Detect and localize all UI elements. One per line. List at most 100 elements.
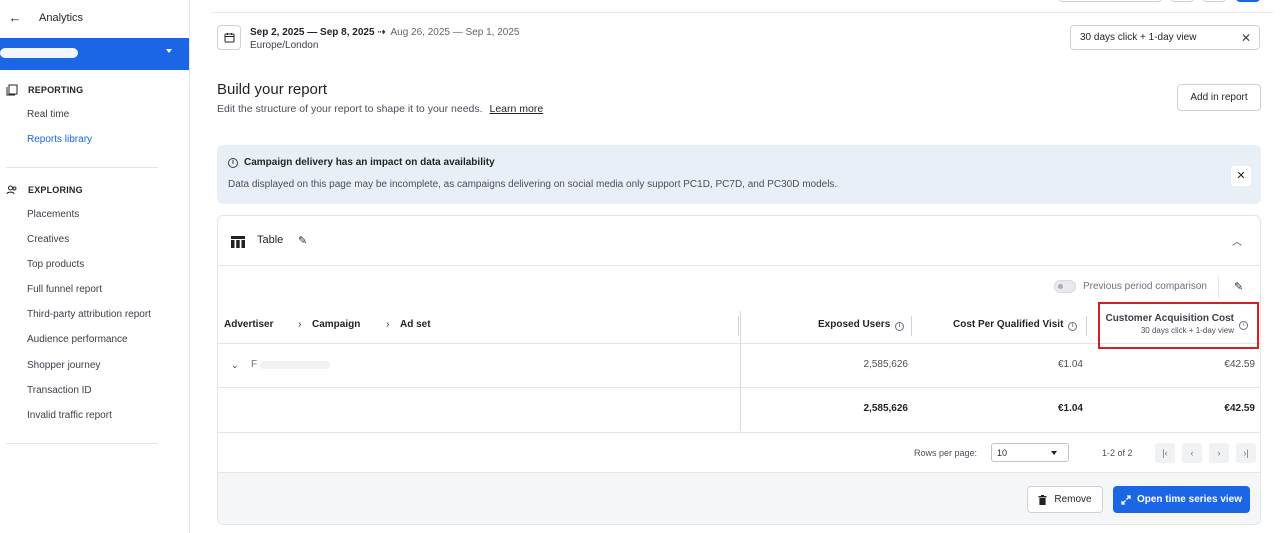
learn-more-link[interactable]: Learn more — [489, 103, 543, 115]
column-header-cost-per-qualified-visit[interactable]: Cost Per Qualified Visit i — [953, 319, 1078, 357]
table-label: Table — [257, 234, 284, 246]
add-in-report-button[interactable]: Add in report — [1177, 84, 1261, 111]
dimension-metric-separator — [740, 311, 741, 431]
page-title: Build your report — [217, 81, 328, 98]
subtitle-text: Edit the structure of your report to sha… — [217, 103, 483, 115]
top-toolbar-button[interactable] — [1058, 0, 1162, 2]
chevron-right-icon: › — [386, 319, 390, 330]
remove-label: Remove — [1054, 494, 1092, 505]
cell-customer-acquisition-cost: €42.59 — [1224, 359, 1255, 370]
toggle-knob — [1058, 284, 1063, 289]
divider — [6, 443, 158, 444]
app-title: Analytics — [39, 12, 84, 24]
column-header-exposed-users[interactable]: Exposed Users i — [818, 319, 905, 357]
section-exploring: EXPLORING — [6, 184, 83, 196]
column-resize-handle[interactable] — [738, 316, 739, 336]
table-icon — [231, 236, 245, 248]
sidebar-item-reports-library[interactable]: Reports library — [27, 134, 92, 145]
card-header: Table ✎ ︿ — [218, 216, 1260, 266]
date-range-current: Sep 2, 2025 — Sep 8, 2025 — [250, 27, 375, 38]
table-card: Table ✎ ︿ Previous period comparison ✎ A… — [217, 215, 1261, 525]
sidebar-item-creatives[interactable]: Creatives — [27, 234, 69, 245]
section-reporting: REPORTING — [6, 84, 83, 96]
card-footer: Remove Open time series view — [218, 472, 1260, 524]
row-divider — [218, 387, 1260, 388]
metric-name: Cost Per Qualified Visit — [953, 319, 1064, 330]
attribution-value: 30 days click + 1-day view — [1080, 32, 1197, 43]
close-icon[interactable]: ✕ — [1241, 31, 1251, 45]
redacted-text — [260, 361, 330, 369]
reporting-icon — [6, 84, 18, 96]
sidebar: ← Analytics REPORTING Real time Reports … — [0, 0, 190, 533]
sidebar-item-real-time[interactable]: Real time — [27, 109, 69, 120]
info-icon[interactable]: i — [1068, 322, 1078, 331]
chevron-down-icon — [166, 49, 172, 53]
comparison-toggle[interactable] — [1054, 280, 1076, 293]
people-icon — [6, 184, 18, 196]
timezone-label: Europe/London — [250, 40, 319, 51]
compare-arrow-icon: ⇢ — [377, 27, 389, 38]
top-toolbar-button[interactable] — [1170, 0, 1194, 2]
back-arrow-icon[interactable]: ← — [8, 11, 22, 25]
date-range-compare: Aug 26, 2025 — Sep 1, 2025 — [390, 27, 520, 38]
first-page-icon[interactable]: |‹ — [1155, 443, 1175, 463]
sidebar-item-placements[interactable]: Placements — [27, 209, 79, 220]
sidebar-item-shopper-journey[interactable]: Shopper journey — [27, 360, 100, 371]
divider — [6, 167, 158, 168]
sidebar-item-third-party-attribution[interactable]: Third-party attribution report — [27, 309, 151, 320]
expand-icon — [1121, 494, 1131, 505]
attribution-select[interactable]: 30 days click + 1-day view ✕ — [1070, 25, 1260, 50]
section-heading: REPORTING — [28, 85, 84, 95]
sidebar-item-audience-performance[interactable]: Audience performance — [27, 334, 128, 345]
column-resize-handle[interactable] — [911, 316, 912, 336]
sidebar-item-top-products[interactable]: Top products — [27, 259, 84, 270]
chevron-right-icon: › — [298, 319, 302, 330]
remove-button[interactable]: Remove — [1027, 486, 1103, 513]
divider — [1218, 276, 1219, 298]
column-resize-handle[interactable] — [1086, 316, 1087, 336]
sidebar-item-transaction-id[interactable]: Transaction ID — [27, 385, 92, 396]
sidebar-header: ← Analytics — [0, 0, 190, 38]
pagination: Rows per page: 10 1-2 of 2 |‹ ‹ › ›| — [218, 432, 1260, 472]
info-icon[interactable]: i — [895, 322, 905, 331]
comparison-label: Previous period comparison — [1083, 281, 1207, 292]
cell-exposed-users: 2,585,626 — [863, 359, 909, 370]
chevron-down-icon[interactable]: ⌄ — [231, 360, 239, 371]
close-icon[interactable]: ✕ — [1231, 166, 1251, 186]
info-banner: i Campaign delivery has an impact on dat… — [217, 145, 1261, 204]
pencil-icon[interactable]: ✎ — [1234, 280, 1243, 293]
chevron-up-icon[interactable]: ︿ — [1232, 233, 1242, 248]
open-time-series-label: Open time series view — [1136, 494, 1243, 505]
top-toolbar-primary-button[interactable] — [1236, 0, 1260, 2]
pencil-icon[interactable]: ✎ — [298, 234, 307, 247]
advertiser-name[interactable]: F — [251, 359, 257, 370]
sidebar-item-full-funnel-report[interactable]: Full funnel report — [27, 284, 102, 295]
open-time-series-button[interactable]: Open time series view — [1113, 486, 1250, 513]
rows-per-page-label: Rows per page: — [914, 448, 978, 458]
top-toolbar-button[interactable] — [1202, 0, 1226, 2]
last-page-icon[interactable]: ›| — [1236, 443, 1256, 463]
chevron-down-icon — [1051, 451, 1057, 455]
column-header-advertiser[interactable]: Advertiser — [224, 319, 273, 357]
total-exposed-users: 2,585,626 — [863, 403, 909, 414]
column-header-ad-set[interactable]: Ad set — [400, 319, 431, 357]
next-page-icon[interactable]: › — [1209, 443, 1229, 463]
sidebar-item-invalid-traffic[interactable]: Invalid traffic report — [27, 410, 112, 421]
rows-per-page-value: 10 — [997, 448, 1008, 458]
top-divider — [211, 12, 1273, 13]
info-icon: i — [228, 158, 238, 168]
date-range-text[interactable]: Sep 2, 2025 — Sep 8, 2025 ⇢ Aug 26, 2025… — [250, 27, 519, 38]
metric-name: Exposed Users — [818, 319, 891, 330]
banner-title: Campaign delivery has an impact on data … — [244, 157, 495, 168]
date-picker-button[interactable] — [217, 25, 241, 50]
comparison-row: Previous period comparison ✎ — [218, 276, 1260, 300]
prev-page-icon[interactable]: ‹ — [1182, 443, 1202, 463]
banner-text: Data displayed on this page may be incom… — [228, 179, 838, 190]
rows-per-page-select[interactable]: 10 — [991, 443, 1069, 462]
cell-cost-per-qualified-visit: €1.04 — [1057, 359, 1083, 370]
account-selector[interactable] — [0, 38, 189, 70]
highlight-box — [1098, 302, 1259, 349]
column-header-campaign[interactable]: Campaign — [312, 319, 360, 357]
total-customer-acquisition-cost: €42.59 — [1224, 403, 1255, 414]
trash-icon — [1038, 494, 1047, 505]
